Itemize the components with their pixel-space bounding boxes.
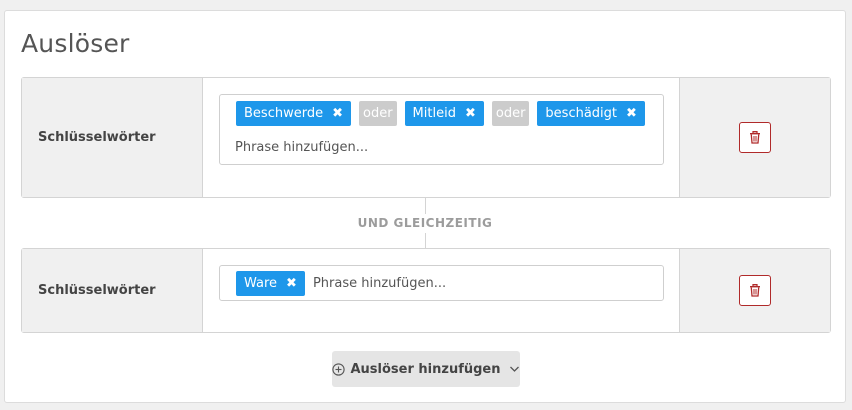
- keyword-tag: Ware ✖: [236, 271, 305, 296]
- tag-list: Ware ✖: [236, 271, 613, 296]
- trash-icon: [750, 131, 760, 144]
- conjunction-badge: oder: [491, 101, 530, 126]
- trash-icon: [750, 284, 760, 297]
- trigger-type-label: Schlüsselwörter: [22, 249, 203, 332]
- keyword-tag-label: Beschwerde: [244, 106, 324, 121]
- plus-circle-icon: [332, 362, 346, 376]
- connector-line: [425, 233, 426, 248]
- tag-list: Beschwerde ✖ oder Mitleid ✖ oder beschäd…: [236, 101, 645, 126]
- triggers-panel: Auslöser Schlüsselwörter Beschwerde ✖ od…: [4, 10, 846, 403]
- keyword-tag-label: beschädigt: [545, 106, 618, 121]
- trigger-type-label: Schlüsselwörter: [22, 78, 203, 197]
- keyword-tag: Beschwerde ✖: [236, 101, 351, 126]
- connector-line: [425, 198, 426, 214]
- close-icon[interactable]: ✖: [332, 106, 343, 121]
- close-icon[interactable]: ✖: [286, 276, 297, 291]
- close-icon[interactable]: ✖: [626, 106, 637, 121]
- trigger-actions: [679, 78, 830, 197]
- keyword-tag-box[interactable]: Ware ✖: [219, 265, 664, 301]
- trigger-row-1: Schlüsselwörter Beschwerde ✖ oder Mitlei…: [21, 77, 831, 198]
- keyword-tag: Mitleid ✖: [404, 101, 484, 126]
- add-trigger-label: Auslöser hinzufügen: [350, 361, 501, 377]
- keyword-tag-box[interactable]: Beschwerde ✖ oder Mitleid ✖ oder beschäd…: [219, 94, 664, 165]
- keyword-tag-label: Ware: [244, 276, 278, 291]
- conjunction-badge: oder: [358, 101, 397, 126]
- panel-title: Auslöser: [21, 29, 130, 58]
- trigger-row-2: Schlüsselwörter Ware ✖: [21, 248, 831, 333]
- keyword-tag: beschädigt ✖: [537, 101, 645, 126]
- trigger-body: Beschwerde ✖ oder Mitleid ✖ oder beschäd…: [203, 78, 679, 197]
- delete-trigger-button[interactable]: [739, 122, 771, 153]
- add-trigger-button[interactable]: Auslöser hinzufügen: [332, 351, 520, 387]
- trigger-actions: [679, 249, 830, 332]
- trigger-body: Ware ✖: [203, 249, 679, 332]
- and-connector-label: UND GLEICHZEITIG: [357, 216, 493, 230]
- chevron-down-icon: [509, 366, 519, 372]
- delete-trigger-button[interactable]: [739, 275, 771, 306]
- keyword-tag-label: Mitleid: [412, 106, 456, 121]
- phrase-input[interactable]: [235, 137, 535, 157]
- phrase-input[interactable]: [312, 273, 613, 294]
- close-icon[interactable]: ✖: [465, 106, 476, 121]
